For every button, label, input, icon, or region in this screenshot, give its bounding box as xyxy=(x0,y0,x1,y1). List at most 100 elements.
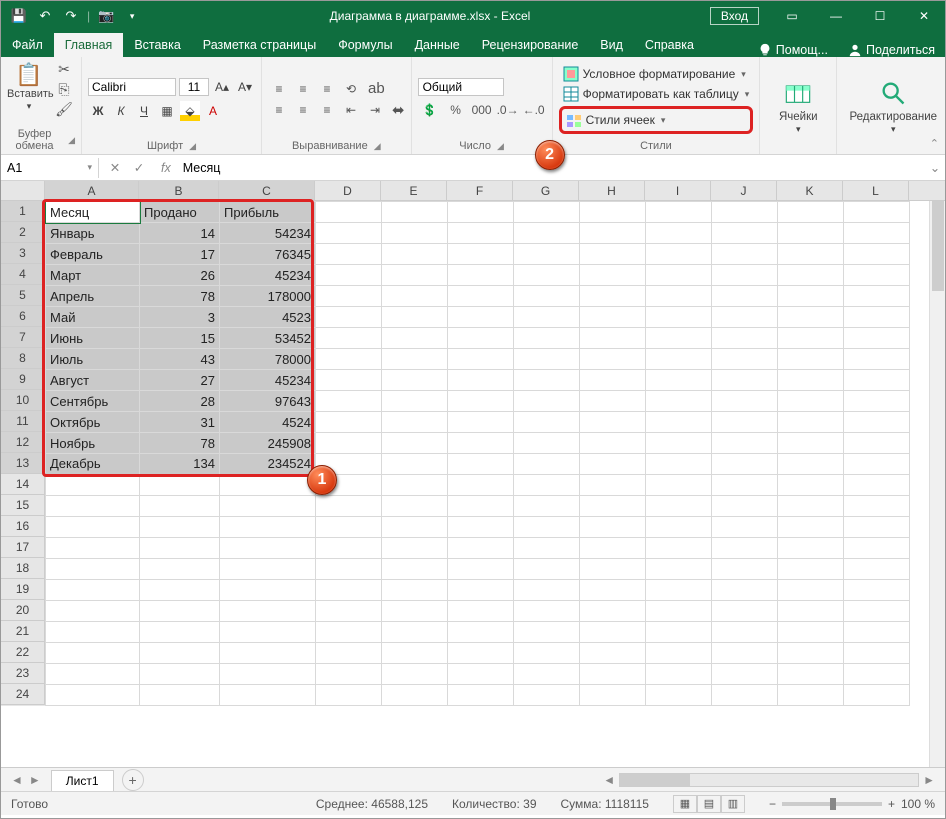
cell[interactable] xyxy=(46,601,140,622)
cell[interactable] xyxy=(580,370,646,391)
indent-dec-icon[interactable]: ⇤ xyxy=(340,101,362,119)
cell[interactable] xyxy=(382,202,448,223)
cell[interactable] xyxy=(448,412,514,433)
cell[interactable]: Март xyxy=(46,265,140,286)
cell[interactable] xyxy=(46,685,140,706)
cell[interactable] xyxy=(448,538,514,559)
cell[interactable] xyxy=(844,286,910,307)
cell[interactable] xyxy=(646,622,712,643)
cell[interactable] xyxy=(778,517,844,538)
enter-formula-icon[interactable]: ✓ xyxy=(127,160,151,175)
cell[interactable] xyxy=(382,559,448,580)
row-header[interactable]: 4 xyxy=(1,264,45,285)
page-layout-view-icon[interactable]: ▤ xyxy=(697,795,721,813)
accounting-format-icon[interactable]: 💲 xyxy=(418,100,442,120)
col-header[interactable]: A xyxy=(45,181,139,200)
cell[interactable] xyxy=(46,559,140,580)
cell[interactable] xyxy=(220,664,316,685)
cell[interactable] xyxy=(514,601,580,622)
cell[interactable] xyxy=(580,496,646,517)
align-center-icon[interactable]: ≡ xyxy=(292,101,314,119)
border-button[interactable]: ▦ xyxy=(157,101,177,121)
font-color-button[interactable]: A xyxy=(203,101,223,121)
cell[interactable]: Месяц xyxy=(46,202,140,223)
cell[interactable] xyxy=(514,265,580,286)
editing-button[interactable]: Редактирование▾ xyxy=(843,75,943,135)
cell[interactable] xyxy=(778,433,844,454)
redo-icon[interactable]: ↷ xyxy=(59,4,83,28)
format-as-table-button[interactable]: Форматировать как таблицу▾ xyxy=(559,84,754,104)
row-header[interactable]: 11 xyxy=(1,411,45,432)
cell[interactable] xyxy=(646,664,712,685)
cell[interactable] xyxy=(646,244,712,265)
align-launcher-icon[interactable]: ◢ xyxy=(374,141,381,152)
cell[interactable] xyxy=(580,559,646,580)
cell[interactable] xyxy=(514,328,580,349)
horizontal-scrollbar[interactable]: ◄ ► xyxy=(144,773,945,787)
cell[interactable] xyxy=(646,349,712,370)
cell[interactable] xyxy=(514,244,580,265)
cell[interactable] xyxy=(316,307,382,328)
cell[interactable] xyxy=(316,685,382,706)
cell[interactable] xyxy=(514,391,580,412)
sheet-tab[interactable]: Лист1 xyxy=(51,770,114,791)
cell[interactable] xyxy=(580,517,646,538)
row-header[interactable]: 5 xyxy=(1,285,45,306)
row-header[interactable]: 2 xyxy=(1,222,45,243)
tab-файл[interactable]: Файл xyxy=(1,33,54,57)
cell[interactable] xyxy=(382,643,448,664)
percent-icon[interactable]: % xyxy=(444,100,468,120)
italic-button[interactable]: К xyxy=(111,101,131,121)
cell[interactable] xyxy=(844,517,910,538)
cell[interactable] xyxy=(712,580,778,601)
cell[interactable] xyxy=(316,391,382,412)
cell[interactable] xyxy=(844,643,910,664)
cell[interactable] xyxy=(844,664,910,685)
cell[interactable] xyxy=(778,286,844,307)
cell[interactable] xyxy=(382,391,448,412)
cell[interactable] xyxy=(646,307,712,328)
cell[interactable] xyxy=(580,286,646,307)
tab-справка[interactable]: Справка xyxy=(634,33,705,57)
font-launcher-icon[interactable]: ◢ xyxy=(189,141,196,152)
cell[interactable]: Ноябрь xyxy=(46,433,140,454)
cell[interactable] xyxy=(580,202,646,223)
cell[interactable] xyxy=(316,622,382,643)
fill-color-button[interactable]: ⬙ xyxy=(180,101,200,121)
cell[interactable] xyxy=(514,370,580,391)
cell[interactable] xyxy=(220,643,316,664)
cell[interactable] xyxy=(646,601,712,622)
cell[interactable] xyxy=(514,286,580,307)
cell[interactable] xyxy=(382,286,448,307)
cell[interactable]: Май xyxy=(46,307,140,328)
cell[interactable] xyxy=(646,265,712,286)
cell[interactable] xyxy=(448,496,514,517)
cell[interactable] xyxy=(580,265,646,286)
cell[interactable] xyxy=(778,475,844,496)
cell[interactable] xyxy=(778,412,844,433)
cell[interactable] xyxy=(382,244,448,265)
align-middle-icon[interactable]: ≡ xyxy=(292,80,314,98)
cell[interactable] xyxy=(580,664,646,685)
cell[interactable]: 26 xyxy=(140,265,220,286)
cell[interactable] xyxy=(712,433,778,454)
cell[interactable] xyxy=(778,538,844,559)
cell[interactable]: 45234 xyxy=(220,265,316,286)
row-header[interactable]: 6 xyxy=(1,306,45,327)
vertical-scrollbar[interactable] xyxy=(929,201,945,767)
cell[interactable] xyxy=(712,685,778,706)
cell[interactable] xyxy=(514,454,580,475)
row-header[interactable]: 22 xyxy=(1,642,45,663)
cell[interactable]: Январь xyxy=(46,223,140,244)
share-button[interactable]: Поделиться xyxy=(838,43,945,57)
font-size-combo[interactable] xyxy=(179,78,209,96)
cell[interactable] xyxy=(316,244,382,265)
number-launcher-icon[interactable]: ◢ xyxy=(497,141,504,152)
increase-font-icon[interactable]: A▴ xyxy=(212,77,232,97)
cell[interactable] xyxy=(844,559,910,580)
col-header[interactable]: I xyxy=(645,181,711,200)
cell[interactable] xyxy=(646,475,712,496)
cell[interactable] xyxy=(580,244,646,265)
cell[interactable]: 234524 xyxy=(220,454,316,475)
cell[interactable] xyxy=(316,265,382,286)
